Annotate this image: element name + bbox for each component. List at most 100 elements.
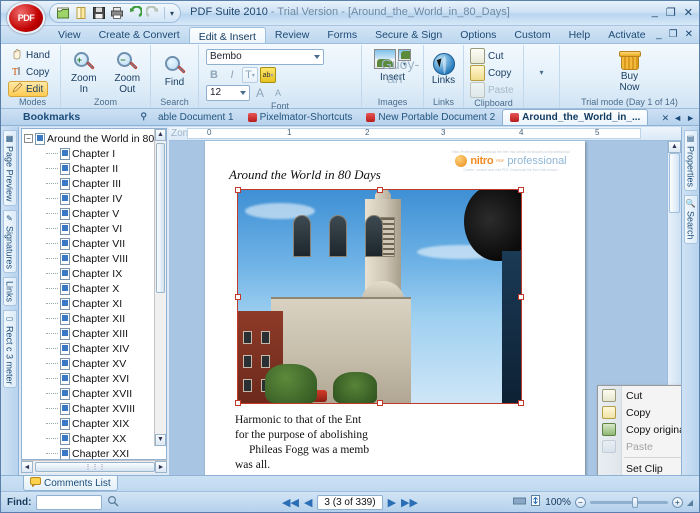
page-indicator[interactable]: 3 (3 of 339) — [317, 495, 382, 510]
pdf-orb-button[interactable]: PDF — [7, 2, 45, 34]
comments-list-tab[interactable]: Comments List — [23, 476, 118, 491]
fit-page-icon[interactable] — [530, 495, 541, 509]
document-vscroll-thumb[interactable] — [669, 153, 680, 213]
bookmarks-hscroll-thumb[interactable]: ⋮⋮⋮ — [35, 462, 155, 472]
zoom-out-button[interactable]: − Zoom Out — [108, 49, 148, 95]
links-button[interactable]: Links — [427, 51, 460, 86]
font-family-combobox[interactable]: Bembo — [206, 49, 324, 65]
zoom-out-button[interactable]: − — [575, 497, 586, 508]
zoom-in-button[interactable]: + — [672, 497, 683, 508]
tab-help[interactable]: Help — [560, 26, 600, 43]
document-tab-3[interactable]: Around_the_World_in_... — [502, 109, 648, 125]
bold-button[interactable]: B — [206, 67, 222, 83]
bookmark-chapter-item[interactable]: Chapter IV — [24, 191, 166, 206]
tab-options[interactable]: Options — [451, 26, 505, 43]
sidebar-tab-properties[interactable]: ▤ Properties — [684, 130, 698, 191]
find-button[interactable]: Find — [154, 53, 195, 88]
bookmarks-scroll-up-button[interactable]: ▲ — [155, 129, 166, 141]
bookmark-root-item[interactable]: − Around the World in 80 — [24, 131, 166, 146]
first-page-button[interactable]: ◀◀ — [282, 496, 299, 509]
bookmark-chapter-item[interactable]: Chapter XXI — [24, 446, 166, 460]
hand-tool-button[interactable]: Hand — [8, 47, 55, 63]
grow-font-button[interactable]: A — [252, 85, 268, 101]
close-tab-button[interactable]: ✕ — [662, 113, 670, 124]
cut-button[interactable]: Cut — [467, 48, 509, 64]
bookmark-chapter-item[interactable]: Chapter VI — [24, 221, 166, 236]
continuous-view-icon[interactable] — [513, 496, 526, 509]
bookmark-chapter-item[interactable]: Chapter IX — [24, 266, 166, 281]
tab-secure-sign[interactable]: Secure & Sign — [366, 26, 451, 43]
doc-close-button[interactable]: ✕ — [685, 29, 693, 40]
pdf-page[interactable]: Nitro Professional download the free tri… — [205, 141, 585, 475]
bookmark-chapter-item[interactable]: Chapter XVII — [24, 386, 166, 401]
sidebar-tab-page-preview[interactable]: ▦ Page Preview — [3, 130, 17, 206]
context-menu-item-copy[interactable]: Copy — [598, 404, 681, 421]
zoom-in-button[interactable]: + Zoom In — [64, 49, 104, 95]
tab-scroll-left-button[interactable]: ◄ — [673, 113, 682, 124]
sidebar-tab-links[interactable]: Links — [3, 277, 17, 306]
collapse-icon[interactable]: − — [24, 134, 33, 143]
doc-minimize-button[interactable]: _ — [656, 29, 662, 40]
context-menu-item-cut[interactable]: Cut — [598, 387, 681, 404]
bookmark-chapter-item[interactable]: Chapter II — [24, 161, 166, 176]
copy-mode-button[interactable]: T Copy — [8, 64, 54, 80]
bookmark-chapter-item[interactable]: Chapter V — [24, 206, 166, 221]
bookmark-chapter-item[interactable]: Chapter XII — [24, 311, 166, 326]
tab-review[interactable]: Review — [266, 26, 318, 43]
image-context-menu[interactable]: Cut Copy Copy original image Paste Set C… — [597, 385, 681, 475]
resize-grip-icon[interactable]: ◢ — [687, 498, 693, 507]
sidebar-tab-search[interactable]: 🔍 Search — [684, 195, 698, 244]
tab-edit-insert[interactable]: Edit & Insert — [189, 27, 266, 43]
last-page-button[interactable]: ▶▶ — [401, 496, 418, 509]
text-color-button[interactable]: T▾ — [242, 67, 258, 83]
previous-page-button[interactable]: ◀ — [304, 496, 312, 509]
shrink-font-button[interactable]: A — [270, 85, 286, 101]
zoom-slider[interactable] — [590, 501, 668, 504]
insert-image-icon[interactable] — [374, 49, 396, 69]
bookmark-chapter-item[interactable]: Chapter X — [24, 281, 166, 296]
find-search-icon[interactable] — [107, 495, 119, 510]
context-menu-item-copy-original-image[interactable]: Copy original image — [598, 421, 681, 438]
tab-custom[interactable]: Custom — [505, 26, 559, 43]
bookmarks-horizontal-scrollbar[interactable]: ◄ ⋮⋮⋮ ► — [21, 460, 167, 473]
bookmark-chapter-item[interactable]: Chapter XIII — [24, 326, 166, 341]
bookmarks-scroll-left-button[interactable]: ◄ — [21, 461, 33, 473]
insert-object-icon[interactable] — [398, 49, 411, 61]
bookmarks-vertical-scrollbar[interactable]: ▲ ▼ — [154, 129, 166, 446]
zoom-slider-knob[interactable] — [632, 497, 638, 508]
document-image[interactable] — [237, 189, 522, 404]
doc-restore-button[interactable]: ❐ — [669, 29, 678, 40]
document-tab-0[interactable]: able Document 1 — [151, 110, 241, 125]
bookmark-chapter-item[interactable]: Chapter XX — [24, 431, 166, 446]
context-menu-item-set-clip[interactable]: Set Clip — [598, 460, 681, 475]
italic-button[interactable]: I — [224, 67, 240, 83]
bookmarks-tree[interactable]: − Around the World in 80 Chapter IChapte… — [21, 128, 167, 460]
document-tab-2[interactable]: New Portable Document 2 — [359, 110, 502, 125]
document-tab-1[interactable]: Pixelmator-Shortcuts — [241, 110, 360, 125]
bookmarks-scroll-right-button[interactable]: ► — [155, 461, 167, 473]
bookmark-chapter-item[interactable]: Chapter XVIII — [24, 401, 166, 416]
bookmark-chapter-item[interactable]: Chapter XIX — [24, 416, 166, 431]
bookmarks-scroll-down-button[interactable]: ▼ — [155, 434, 166, 446]
ribbon-expand-button[interactable]: ▾ — [539, 68, 543, 77]
document-scroll-up-button[interactable]: ▲ — [668, 141, 681, 153]
edit-mode-button[interactable]: Edit — [8, 81, 48, 97]
tab-create-convert[interactable]: Create & Convert — [90, 26, 189, 43]
document-body-text[interactable]: Harmonic to that of the Ent for the purp… — [235, 413, 561, 475]
window-close-button[interactable]: ✕ — [684, 6, 693, 19]
window-minimize-button[interactable]: _ — [652, 6, 658, 19]
sidebar-tab-measure[interactable]: ▭ Rect c 3 meter — [3, 310, 17, 389]
copy-button[interactable]: Copy — [467, 65, 516, 81]
tab-view[interactable]: View — [49, 26, 90, 43]
bookmarks-vscroll-thumb[interactable] — [156, 143, 165, 293]
next-page-button[interactable]: ▶ — [388, 496, 396, 509]
sidebar-tab-signatures[interactable]: ✎ Signatures — [3, 210, 17, 273]
find-input[interactable] — [36, 495, 102, 510]
bookmark-chapter-item[interactable]: Chapter VIII — [24, 251, 166, 266]
highlight-button[interactable]: ab▾ — [260, 67, 276, 83]
bookmark-chapter-item[interactable]: Chapter VII — [24, 236, 166, 251]
tab-scroll-right-button[interactable]: ► — [686, 113, 695, 124]
buy-now-button[interactable]: Buy Now — [602, 49, 658, 93]
bookmark-chapter-item[interactable]: Chapter III — [24, 176, 166, 191]
font-size-combobox[interactable]: 12 — [206, 85, 250, 101]
